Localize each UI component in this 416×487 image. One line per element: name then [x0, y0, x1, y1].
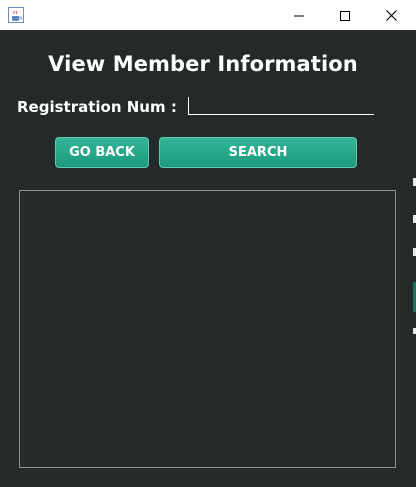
registration-num-input[interactable]	[188, 97, 374, 115]
registration-num-label: Registration Num :	[17, 98, 177, 116]
close-icon	[385, 6, 397, 25]
results-area[interactable]	[19, 190, 396, 468]
close-button[interactable]	[368, 0, 414, 30]
member-info-panel: View Member Information Registration Num…	[0, 30, 416, 487]
minimize-button[interactable]	[276, 0, 322, 30]
go-back-label: GO BACK	[69, 145, 135, 160]
page-title: View Member Information	[48, 52, 358, 76]
maximize-icon	[340, 6, 350, 25]
maximize-button[interactable]	[322, 0, 368, 30]
search-button[interactable]: SEARCH	[159, 137, 357, 168]
go-back-button[interactable]: GO BACK	[55, 137, 149, 168]
minimize-icon	[294, 6, 304, 25]
window-titlebar[interactable]	[0, 0, 416, 30]
java-cup-icon	[8, 7, 24, 23]
search-label: SEARCH	[228, 145, 288, 160]
